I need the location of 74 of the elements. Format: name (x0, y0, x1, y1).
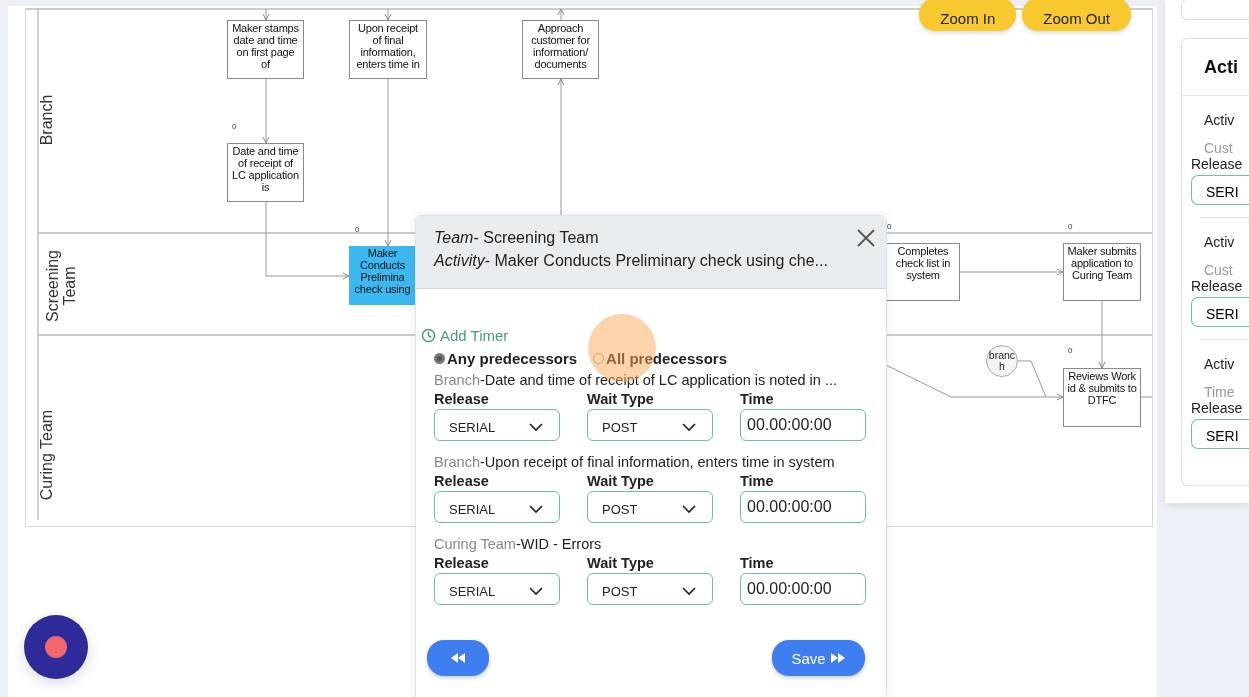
close-icon[interactable] (856, 228, 876, 248)
radio-option[interactable]: Any predecessors (434, 350, 578, 367)
back-button[interactable] (427, 640, 489, 676)
field-label: Time (740, 473, 775, 489)
field-label: Wait Type (587, 555, 655, 571)
field-label: Wait Type (587, 473, 655, 489)
field-label: Time (740, 391, 775, 407)
fast-forward-icon (829, 652, 846, 664)
dropdown[interactable]: POST (587, 409, 713, 441)
lane-label: Screening Team (44, 249, 78, 325)
connector-line (262, 78, 270, 144)
header-text: Activity- Maker Conducts Preliminary check using che... (434, 251, 828, 271)
activity-node[interactable]: Upon receipt of final information, enters time in (349, 20, 427, 79)
field-label: Release (1190, 278, 1244, 294)
radio-option[interactable]: All predecessors (593, 350, 727, 367)
gateway-node[interactable]: branch (986, 345, 1018, 377)
activity-node[interactable]: Maker Conducts Prelimina check using (349, 246, 416, 305)
release-dropdown[interactable]: SERI (1190, 175, 1249, 205)
zoom-button[interactable]: Zoom In (919, 0, 1017, 31)
chevron-icon (682, 422, 696, 432)
predecessor-title: Branch-Upon receipt of final information, enters time in system (434, 454, 836, 470)
activity-node[interactable]: Date and time of receipt of LC application is (227, 143, 304, 202)
release-dropdown[interactable]: SERI (1190, 419, 1249, 449)
release-dropdown[interactable]: SERI (1190, 297, 1249, 327)
field-label: Wait Type (587, 391, 655, 407)
chevron-icon (529, 586, 543, 596)
connector-line (262, 8, 270, 21)
activity-node[interactable]: Reviews Work id & submits to DTFC (1063, 368, 1141, 427)
count-label: 0 (1068, 222, 1073, 231)
chevron-icon (682, 504, 696, 514)
chevron-icon (682, 586, 696, 596)
connector-line (1140, 396, 1152, 398)
activity-node[interactable]: Approach customer for information/ documents (522, 20, 599, 79)
connector-line (1098, 300, 1106, 369)
count-label: 0 (1068, 346, 1073, 355)
activity-node[interactable]: Maker submits application to Curing Team (1063, 243, 1141, 301)
count-label: 0 (232, 122, 237, 131)
activity-heading: Activ (1203, 234, 1236, 250)
clock-icon (421, 328, 436, 343)
card-title: Acti (1181, 39, 1249, 96)
rewind-icon (450, 652, 466, 664)
dropdown[interactable]: SERIAL (434, 409, 560, 441)
count-label: 0 (355, 225, 360, 234)
count-label: 0 (887, 222, 892, 231)
dropdown[interactable]: POST (587, 573, 713, 605)
predecessor-title: Branch-Date and time of receipt of LC application is noted in ... (434, 372, 838, 388)
time-field[interactable]: 00.00:00:00 (740, 409, 866, 441)
header-text: Team- Screening Team (434, 228, 600, 248)
team-label: Cust (1203, 262, 1234, 278)
field-label: Release (1190, 400, 1244, 416)
activity-node[interactable]: Maker stamps date and time on first page of (227, 20, 304, 79)
lane-label: Branch (37, 94, 55, 146)
field-label: Time (740, 555, 775, 571)
chevron-icon (529, 422, 543, 432)
time-field[interactable]: 00.00:00:00 (740, 491, 866, 523)
zoom-button[interactable]: Zoom Out (1022, 0, 1131, 31)
team-label: Time (1203, 384, 1236, 400)
activity-heading: Activ (1203, 112, 1236, 128)
chevron-icon (529, 504, 543, 514)
field-label: Release (1190, 156, 1244, 172)
field-label: Release (434, 391, 490, 407)
lane-label: Curing Team (37, 409, 55, 501)
activity-node[interactable]: Completes check list in system (886, 243, 960, 301)
time-field[interactable]: 00.00:00:00 (740, 573, 866, 605)
dropdown[interactable]: SERIAL (434, 491, 560, 523)
activity-heading: Activ (1203, 356, 1236, 372)
predecessor-title: Curing Team-WID - Errors (434, 536, 603, 552)
save-button[interactable]: Save (772, 640, 865, 676)
field-label: Release (434, 555, 490, 571)
dropdown[interactable]: POST (587, 491, 713, 523)
field-label: Release (434, 473, 490, 489)
dropdown[interactable]: SERIAL (434, 573, 560, 605)
team-label: Cust (1203, 140, 1234, 156)
connector-line (384, 8, 392, 21)
